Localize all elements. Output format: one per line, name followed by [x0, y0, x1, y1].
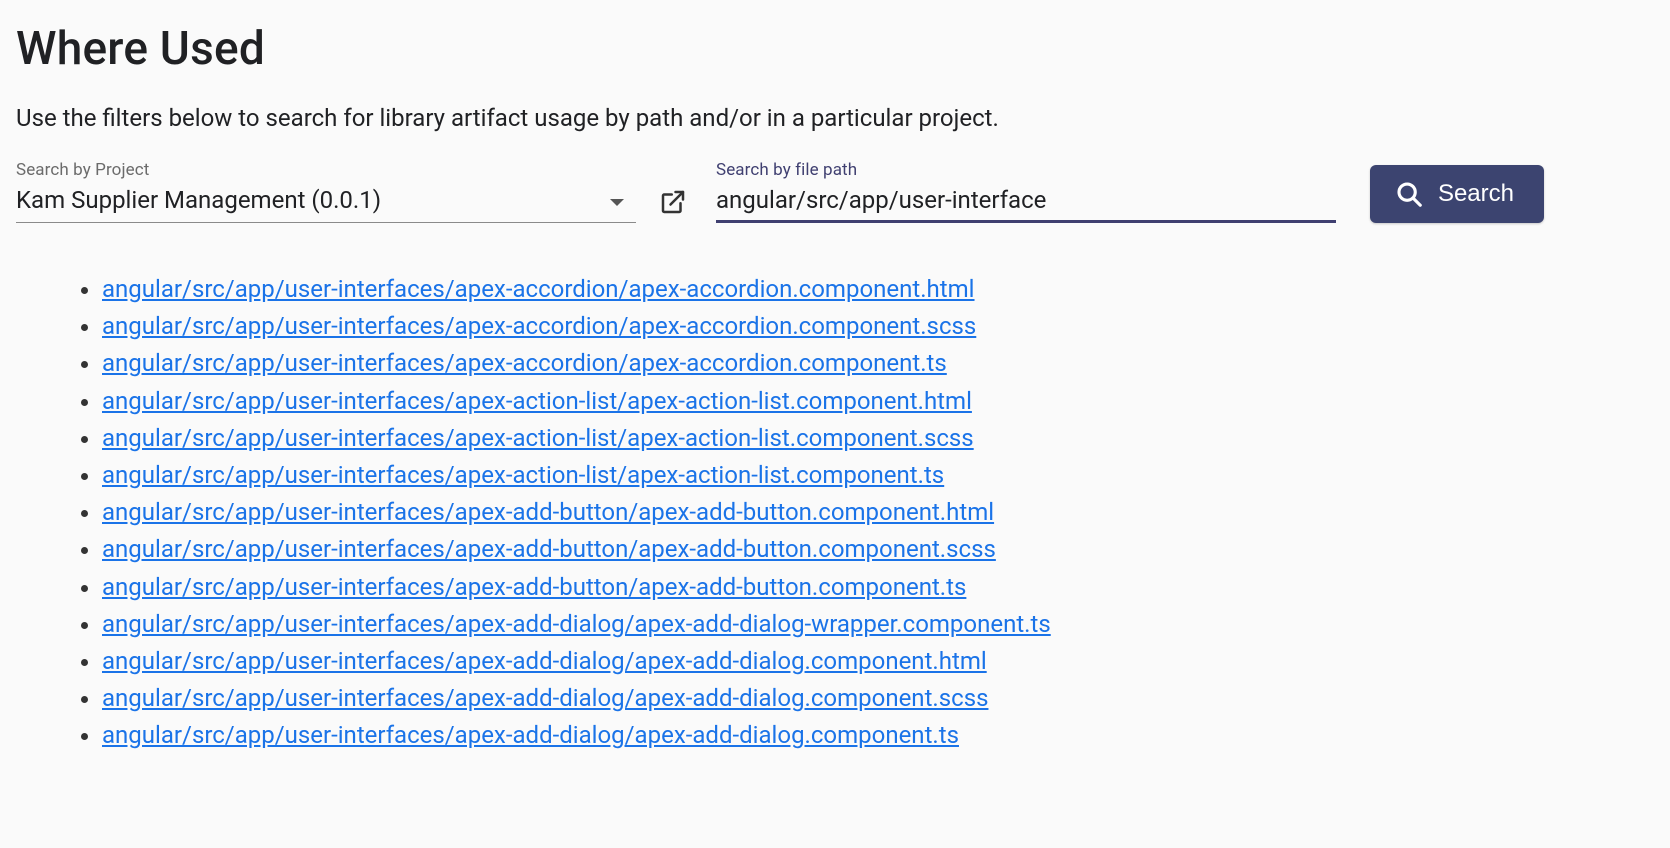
path-input-field: Search by file path [716, 160, 1336, 223]
result-link[interactable]: angular/src/app/user-interfaces/apex-acc… [102, 312, 976, 340]
project-select-label: Search by Project [16, 160, 636, 180]
page-description: Use the filters below to search for libr… [16, 104, 1654, 132]
results-list: angular/src/app/user-interfaces/apex-acc… [66, 271, 1654, 754]
result-link[interactable]: angular/src/app/user-interfaces/apex-act… [102, 387, 972, 415]
results-section: angular/src/app/user-interfaces/apex-acc… [66, 271, 1654, 754]
result-item: angular/src/app/user-interfaces/apex-acc… [102, 271, 1654, 308]
open-project-external-button[interactable] [658, 187, 688, 223]
result-item: angular/src/app/user-interfaces/apex-add… [102, 680, 1654, 717]
result-link[interactable]: angular/src/app/user-interfaces/apex-add… [102, 684, 988, 712]
chevron-down-icon [610, 199, 624, 206]
page-title: Where Used [16, 22, 1654, 76]
search-icon [1394, 179, 1424, 209]
project-select[interactable]: Kam Supplier Management (0.0.1) [16, 182, 636, 223]
result-item: angular/src/app/user-interfaces/apex-add… [102, 717, 1654, 754]
result-item: angular/src/app/user-interfaces/apex-act… [102, 457, 1654, 494]
result-link[interactable]: angular/src/app/user-interfaces/apex-acc… [102, 275, 975, 303]
search-button[interactable]: Search [1370, 165, 1544, 223]
where-used-page: Where Used Use the filters below to sear… [0, 0, 1670, 778]
result-item: angular/src/app/user-interfaces/apex-add… [102, 569, 1654, 606]
result-link[interactable]: angular/src/app/user-interfaces/apex-acc… [102, 349, 947, 377]
result-item: angular/src/app/user-interfaces/apex-add… [102, 606, 1654, 643]
result-item: angular/src/app/user-interfaces/apex-add… [102, 494, 1654, 531]
result-link[interactable]: angular/src/app/user-interfaces/apex-act… [102, 424, 974, 452]
result-item: angular/src/app/user-interfaces/apex-add… [102, 531, 1654, 568]
result-item: angular/src/app/user-interfaces/apex-act… [102, 383, 1654, 420]
result-link[interactable]: angular/src/app/user-interfaces/apex-add… [102, 573, 966, 601]
result-link[interactable]: angular/src/app/user-interfaces/apex-add… [102, 647, 987, 675]
result-item: angular/src/app/user-interfaces/apex-add… [102, 643, 1654, 680]
result-link[interactable]: angular/src/app/user-interfaces/apex-act… [102, 461, 944, 489]
path-input-label: Search by file path [716, 160, 1336, 180]
result-item: angular/src/app/user-interfaces/apex-acc… [102, 308, 1654, 345]
result-link[interactable]: angular/src/app/user-interfaces/apex-add… [102, 610, 1051, 638]
result-link[interactable]: angular/src/app/user-interfaces/apex-add… [102, 721, 959, 749]
result-link[interactable]: angular/src/app/user-interfaces/apex-add… [102, 498, 994, 526]
path-input[interactable] [716, 182, 1336, 223]
result-link[interactable]: angular/src/app/user-interfaces/apex-add… [102, 535, 996, 563]
result-item: angular/src/app/user-interfaces/apex-acc… [102, 345, 1654, 382]
project-select-field: Search by Project Kam Supplier Managemen… [16, 160, 636, 223]
project-select-value: Kam Supplier Management (0.0.1) [16, 186, 381, 214]
result-item: angular/src/app/user-interfaces/apex-act… [102, 420, 1654, 457]
filters-row: Search by Project Kam Supplier Managemen… [16, 160, 1654, 223]
search-button-label: Search [1438, 180, 1514, 208]
open-in-new-icon [658, 187, 688, 217]
